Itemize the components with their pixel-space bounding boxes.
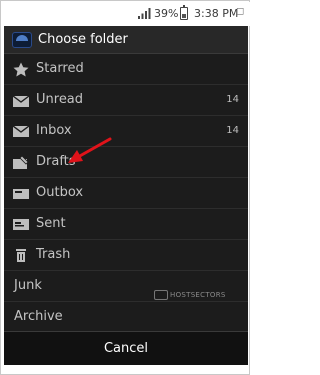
folder-label: Trash (36, 247, 71, 262)
folder-label: Unread (36, 92, 84, 107)
folder-item-archive[interactable]: Archive (4, 302, 248, 333)
dialog-header: Choose folder (4, 26, 248, 54)
folder-item-trash[interactable]: Trash (4, 240, 248, 271)
overflow-icon: ◻ (236, 6, 245, 17)
signal-icon (138, 8, 151, 19)
red-arrow-annotation (68, 137, 112, 163)
clock: 3:38 PM (194, 7, 239, 20)
cancel-button[interactable]: Cancel (4, 331, 248, 365)
envelope-icon (12, 125, 30, 137)
watermark-text: HOSTSECTORS (170, 291, 226, 299)
folder-item-inbox[interactable]: Inbox 14 (4, 116, 248, 147)
dialog-title: Choose folder (38, 32, 128, 47)
watermark-mark-icon (154, 290, 168, 300)
folder-item-unread[interactable]: Unread 14 (4, 85, 248, 116)
folder-item-sent[interactable]: Sent (4, 209, 248, 240)
star-icon (13, 62, 29, 77)
folder-count: 14 (226, 125, 239, 136)
battery-icon (180, 5, 188, 20)
watermark-logo: HOSTSECTORS (154, 290, 226, 300)
choose-folder-dialog: Choose folder Starred Unread 14 Inbox 14… (4, 26, 248, 356)
outbox-icon (13, 189, 29, 199)
screenshot-frame: 39% 3:38 PM ◻ Choose folder Starred Unre… (0, 0, 250, 375)
folder-label: Sent (36, 216, 66, 231)
trash-icon (16, 249, 26, 262)
folder-item-starred[interactable]: Starred (4, 54, 248, 85)
folder-label: Starred (36, 61, 84, 76)
cancel-label: Cancel (103, 341, 149, 356)
folder-label: Archive (14, 309, 63, 324)
folder-label: Junk (14, 278, 42, 293)
folder-item-outbox[interactable]: Outbox (4, 178, 248, 209)
envelope-open-icon (12, 95, 30, 107)
battery-percent: 39% (154, 7, 179, 20)
drafts-icon (13, 155, 29, 169)
folder-label: Outbox (36, 185, 84, 200)
sent-icon (13, 219, 29, 230)
status-bar: 39% 3:38 PM ◻ (2, 2, 250, 26)
folder-count: 14 (226, 94, 239, 105)
account-logo-icon (12, 32, 32, 48)
folder-item-drafts[interactable]: Drafts (4, 147, 248, 178)
